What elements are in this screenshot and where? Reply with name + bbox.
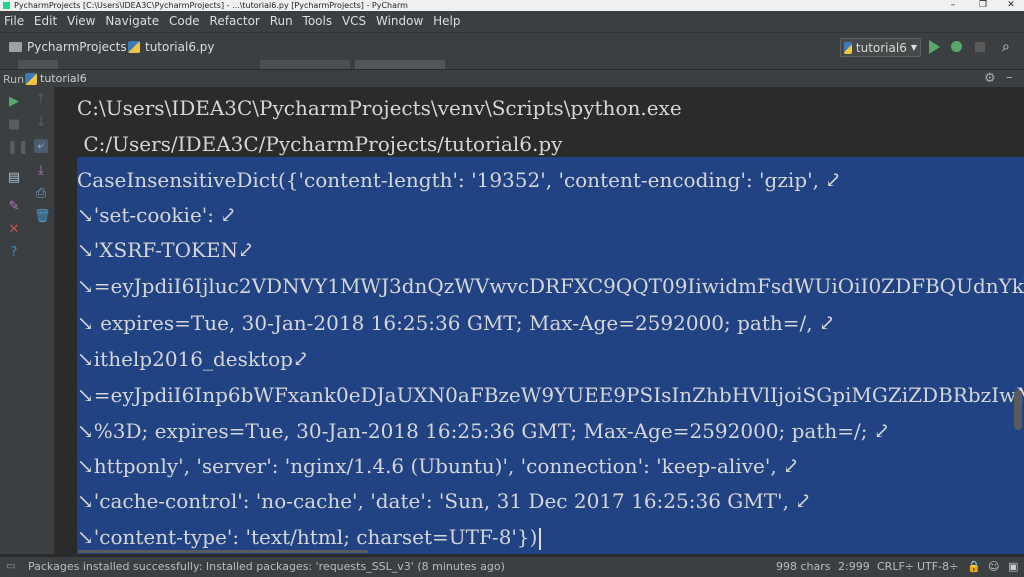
menu-edit[interactable]: Edit bbox=[32, 11, 59, 32]
file-encoding[interactable]: UTF-8÷ bbox=[917, 557, 958, 577]
menu-file[interactable]: File bbox=[2, 11, 26, 32]
console-line: ↘'cache-control': 'no-cache', 'date': 'S… bbox=[77, 489, 813, 513]
scrollbar-thumb[interactable] bbox=[1014, 390, 1022, 430]
pycharm-logo-icon bbox=[3, 2, 10, 9]
console-line: ↘httponly', 'server': 'nginx/1.4.6 (Ubun… bbox=[77, 454, 800, 478]
console-line: ↘ithelp2016_desktop⤦ bbox=[77, 347, 310, 371]
menu-navigate[interactable]: Navigate bbox=[103, 11, 161, 32]
horizontal-scrollbar[interactable] bbox=[55, 550, 1024, 554]
python-file-icon bbox=[25, 72, 37, 85]
gear-icon[interactable]: ⚙ bbox=[984, 71, 996, 86]
console-line: ↘=eyJpdiI6Ijluc2VDNVY1MWJ3dnQzWVwvcDRFXC… bbox=[77, 274, 1024, 298]
pause-icon[interactable]: ❚❚ bbox=[7, 141, 29, 155]
console-output[interactable]: C:\Users\IDEA3C\PycharmProjects\venv\Scr… bbox=[55, 87, 1024, 554]
editor-tabs bbox=[0, 60, 1024, 69]
caret-position[interactable]: 2:999 bbox=[838, 557, 870, 577]
console-line: ↘'XSRF-TOKEN⤦ bbox=[77, 238, 255, 262]
status-bar: ▭ Packages installed successfully: Insta… bbox=[0, 556, 1024, 577]
menu-help[interactable]: Help bbox=[431, 11, 462, 32]
tab-project[interactable] bbox=[18, 60, 58, 69]
menu-code[interactable]: Code bbox=[167, 11, 202, 32]
run-toolbar-secondary: ↑ ↓ ⤶ ⤓ ⎙ 🗑 bbox=[28, 87, 55, 554]
console-line: CaseInsensitiveDict({'content-length': '… bbox=[77, 168, 843, 192]
run-configuration-select[interactable]: tutorial6 ▼ bbox=[840, 38, 921, 57]
line-separator[interactable]: CRLF÷ bbox=[877, 557, 914, 577]
stop-icon[interactable]: ■ bbox=[7, 118, 21, 132]
stop-icon bbox=[975, 42, 985, 52]
run-panel-label: Run bbox=[3, 73, 25, 86]
menu-tools[interactable]: Tools bbox=[301, 11, 335, 32]
tab-editor-1[interactable] bbox=[260, 60, 350, 69]
rerun-icon[interactable]: ▶ bbox=[7, 95, 21, 109]
menu-window[interactable]: Window bbox=[374, 11, 425, 32]
python-file-icon bbox=[844, 41, 852, 54]
menu-vcs[interactable]: VCS bbox=[340, 11, 368, 32]
inspector-icon[interactable]: ☺ bbox=[988, 557, 999, 577]
scrollbar-thumb[interactable] bbox=[78, 550, 368, 553]
console-line: C:\Users\IDEA3C\PycharmProjects\venv\Scr… bbox=[77, 96, 682, 120]
print-icon[interactable]: ⎙ bbox=[34, 187, 48, 201]
console-line-text: ↘'content-type': 'text/html; charset=UTF… bbox=[77, 525, 538, 549]
restore-button[interactable]: ❐ bbox=[968, 0, 998, 11]
run-toolbar-primary: ▶ ■ ❚❚ ▤ ✎ ✕ ? bbox=[0, 87, 29, 554]
search-icon: ⌕ bbox=[1002, 39, 1010, 55]
window-title: PycharmProjects [C:\Users\IDEA3C\Pycharm… bbox=[14, 1, 408, 10]
debug-icon bbox=[951, 41, 962, 52]
close-icon[interactable]: ✕ bbox=[7, 223, 21, 237]
text-cursor bbox=[539, 527, 542, 550]
tab-editor-2[interactable] bbox=[355, 60, 445, 69]
lock-icon[interactable]: 🔒 bbox=[967, 557, 981, 577]
breadcrumb-project[interactable]: PycharmProjects bbox=[9, 40, 127, 54]
status-message[interactable]: Packages installed successfully: Install… bbox=[28, 557, 505, 577]
breadcrumb-file[interactable]: tutorial6.py bbox=[128, 40, 214, 54]
pin-icon[interactable]: ✎ bbox=[7, 200, 21, 214]
menu-refactor[interactable]: Refactor bbox=[208, 11, 262, 32]
file-name: tutorial6.py bbox=[145, 40, 215, 54]
console-line: ↘%3D; expires=Tue, 30-Jan-2018 16:25:36 … bbox=[77, 419, 891, 443]
python-file-icon bbox=[128, 41, 140, 53]
menu-view[interactable]: View bbox=[65, 11, 97, 32]
console-line: ↘ expires=Tue, 30-Jan-2018 16:25:36 GMT;… bbox=[77, 311, 836, 335]
run-configuration-label: tutorial6 bbox=[855, 40, 907, 55]
project-name: PycharmProjects bbox=[27, 40, 127, 54]
navigation-bar: PycharmProjects tutorial6.py tutorial6 ▼… bbox=[0, 32, 1024, 61]
run-icon bbox=[929, 40, 940, 54]
run-tab-label: tutorial6 bbox=[40, 72, 87, 85]
window-titlebar: PycharmProjects [C:\Users\IDEA3C\Pycharm… bbox=[0, 0, 1024, 11]
status-message-icon[interactable]: ▭ bbox=[6, 557, 15, 577]
vertical-scrollbar[interactable] bbox=[1014, 90, 1022, 550]
console-line: C:/Users/IDEA3C/PycharmProjects/tutorial… bbox=[77, 132, 563, 156]
down-arrow-icon[interactable]: ↓ bbox=[34, 116, 48, 130]
up-arrow-icon[interactable]: ↑ bbox=[34, 93, 48, 107]
run-button[interactable] bbox=[926, 39, 942, 55]
minimize-button[interactable]: – bbox=[938, 0, 968, 11]
search-everywhere-button[interactable]: ⌕ bbox=[1001, 39, 1017, 55]
console-line: ↘'set-cookie': ⤦ bbox=[77, 203, 238, 227]
menu-bar: File Edit View Navigate Code Refactor Ru… bbox=[0, 11, 1024, 32]
run-tab[interactable]: tutorial6 bbox=[25, 72, 87, 85]
console-line-last: ↘'content-type': 'text/html; charset=UTF… bbox=[77, 520, 542, 554]
console-line: ↘=eyJpdiI6Inp6bWFxank0eDJaUXN0aFBzeW9YUE… bbox=[77, 383, 1024, 407]
trash-icon[interactable]: 🗑 bbox=[34, 210, 51, 224]
close-window-button[interactable]: ✕ bbox=[996, 0, 1024, 11]
event-log-icon[interactable]: ▣ bbox=[1008, 557, 1018, 577]
folder-icon bbox=[9, 42, 22, 52]
scroll-to-end-icon[interactable]: ⤓ bbox=[34, 164, 48, 178]
char-count: 998 chars bbox=[776, 560, 831, 573]
restore-layout-icon[interactable]: ▤ bbox=[7, 171, 21, 185]
menu-run[interactable]: Run bbox=[268, 11, 295, 32]
hide-panel-icon[interactable]: – bbox=[1006, 70, 1013, 85]
chevron-down-icon: ▼ bbox=[910, 43, 917, 52]
debug-button[interactable] bbox=[949, 39, 965, 55]
stop-button[interactable] bbox=[972, 39, 988, 55]
help-icon[interactable]: ? bbox=[7, 246, 21, 260]
soft-wrap-icon[interactable]: ⤶ bbox=[34, 139, 48, 153]
run-panel-header: Run tutorial6 ⚙ – bbox=[0, 69, 1024, 88]
